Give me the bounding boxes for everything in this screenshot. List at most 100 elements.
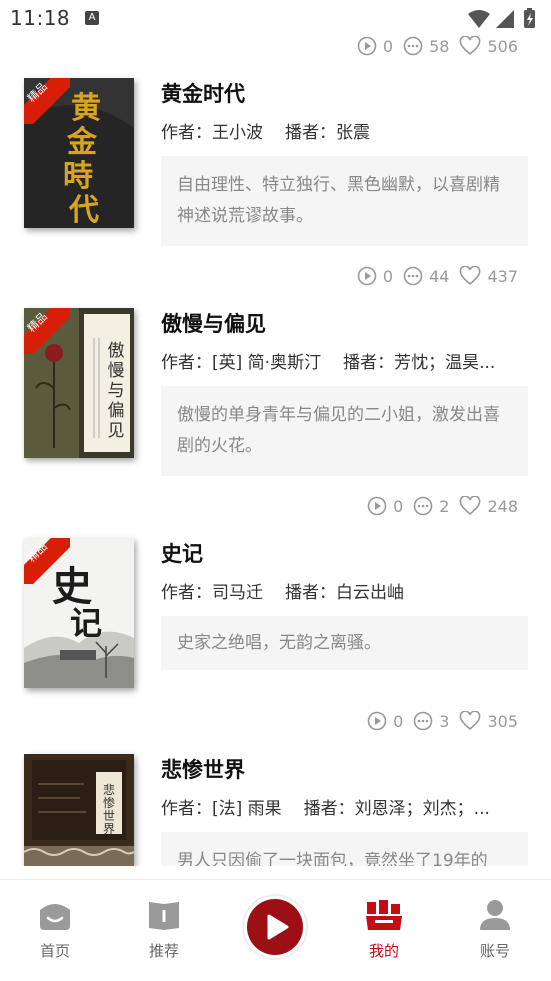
play-circle-icon (357, 36, 377, 56)
book-item[interactable]: 傲 慢 与 偏 见 精品 傲慢与偏见 作者：[英] 简·奥斯汀 播者：芳忱；温昊.… (0, 308, 551, 508)
heart-icon (460, 36, 481, 56)
svg-text:慢: 慢 (108, 360, 125, 381)
book-item[interactable]: 黄 金 時 代 精品 黄金时代 作者：王小波 播者：张震 自由理性、特立独行、黑色… (0, 78, 551, 278)
heart-icon (460, 266, 481, 286)
book-description: 自由理性、特立独行、黑色幽默，以喜剧精神述说荒谬故事。 (161, 156, 528, 246)
book-cover[interactable]: 悲 惨 世 界 (24, 754, 134, 866)
author-label: 作者： (161, 799, 212, 819)
narrator-label: 播者： (285, 583, 336, 603)
svg-text:偏: 偏 (108, 401, 125, 421)
svg-text:见: 见 (108, 421, 125, 441)
heart-icon (460, 496, 481, 516)
book-title[interactable]: 黄金时代 (161, 78, 245, 108)
svg-text:世: 世 (103, 809, 115, 823)
book-meta: 作者：[英] 简·奥斯汀 播者：芳忱；温昊... (161, 348, 495, 373)
author-label: 作者： (161, 583, 212, 603)
narrator-name: 张震 (336, 123, 370, 143)
like-count[interactable]: 506 (459, 36, 518, 56)
notification-icon: A (85, 11, 99, 25)
book-cover[interactable]: 傲 慢 与 偏 见 精品 (24, 308, 134, 458)
book-meta: 作者：[法] 雨果 播者：刘恩泽；刘杰；... (161, 794, 490, 819)
play-count: 0 (367, 496, 403, 516)
user-icon (480, 900, 510, 930)
svg-text:代: 代 (68, 193, 99, 228)
tab-account[interactable]: 账号 (455, 898, 535, 961)
premium-badge: 精品 (24, 308, 70, 354)
bottom-tab-bar: 首页 推荐 我的 账号 (0, 879, 551, 981)
like-count[interactable]: 437 (459, 266, 518, 286)
status-time: 11:18 (10, 6, 71, 30)
comment-icon (403, 36, 423, 56)
tab-mine[interactable]: 我的 (344, 898, 424, 961)
narrator-label: 播者： (303, 799, 355, 819)
book-meta: 作者：王小波 播者：张震 (161, 118, 370, 143)
play-count: 0 (367, 711, 403, 731)
comment-icon (403, 266, 423, 286)
book-title[interactable]: 史记 (161, 538, 203, 568)
play-circle-icon (367, 496, 387, 516)
svg-text:金: 金 (66, 125, 98, 160)
book-title[interactable]: 傲慢与偏见 (161, 308, 266, 338)
book-title[interactable]: 悲惨世界 (161, 754, 245, 784)
book-icon (149, 902, 179, 930)
book-cover[interactable]: 黄 金 時 代 精品 (24, 78, 134, 228)
tab-account-label: 账号 (479, 942, 510, 960)
tab-home[interactable]: 首页 (15, 898, 95, 961)
svg-text:与: 与 (108, 381, 125, 401)
play-count: 0 (357, 36, 393, 56)
svg-text:悲: 悲 (103, 782, 115, 797)
narrator-label: 播者： (343, 353, 395, 373)
comment-count: 3 (413, 711, 449, 731)
tab-recommend-label: 推荐 (148, 942, 179, 960)
comment-count: 58 (403, 36, 449, 56)
narrator-name: 刘恩泽；刘杰；... (354, 799, 490, 819)
author-label: 作者： (161, 123, 212, 143)
play-button[interactable] (244, 896, 306, 958)
svg-text:惨: 惨 (103, 795, 115, 810)
narrator-name: 芳忱；温昊... (394, 353, 496, 373)
like-count[interactable]: 248 (459, 496, 518, 516)
author-name: [英] 简·奥斯汀 (212, 353, 322, 373)
tab-mine-label: 我的 (368, 942, 399, 960)
cover-art: 悲 惨 世 界 (24, 754, 134, 866)
book-cover[interactable]: 史 记 精品 (24, 538, 134, 688)
tab-home-label: 首页 (39, 942, 70, 960)
stats-row: 0 2 248 (357, 494, 518, 518)
book-description: 史家之绝唱，无韵之离骚。 (161, 616, 528, 670)
book-meta: 作者：司马迁 播者：白云出岫 (161, 578, 404, 603)
svg-text:记: 记 (70, 604, 102, 642)
tab-recommend[interactable]: 推荐 (124, 898, 204, 961)
author-name: 司马迁 (212, 583, 263, 603)
play-circle-icon (367, 711, 387, 731)
stats-row: 0 58 506 (347, 34, 518, 58)
library-icon (366, 900, 402, 930)
svg-text:時: 時 (63, 159, 93, 194)
comment-count: 2 (413, 496, 449, 516)
book-list[interactable]: 0 58 506 黄 金 時 代 精品 黄金时代 作者：王小波 播者：张震 自由… (0, 30, 551, 866)
heart-icon (460, 711, 481, 731)
stats-row: 0 3 305 (357, 709, 518, 733)
comment-count: 44 (403, 266, 449, 286)
author-name: 王小波 (212, 123, 263, 143)
premium-badge: 精品 (24, 78, 70, 124)
play-circle-icon (357, 266, 377, 286)
home-icon (40, 904, 70, 930)
svg-text:傲: 傲 (108, 341, 125, 361)
book-description: 男人只因偷了一块面包，竟然坐了19年的 (161, 832, 528, 866)
premium-badge: 精品 (24, 538, 70, 584)
svg-text:黄: 黄 (71, 91, 101, 126)
author-label: 作者： (161, 353, 212, 373)
book-description: 傲慢的单身青年与偏见的二小姐，激发出喜剧的火花。 (161, 386, 528, 476)
play-icon (267, 914, 289, 940)
author-name: [法] 雨果 (212, 799, 282, 819)
book-item[interactable]: 史 记 精品 史记 作者：司马迁 播者：白云出岫 史家之绝唱，无韵之离骚。 (0, 538, 551, 728)
svg-text:界: 界 (103, 822, 115, 836)
narrator-name: 白云出岫 (336, 583, 404, 603)
book-item[interactable]: 悲 惨 世 界 悲惨世界 作者：[法] 雨果 播者：刘恩泽；刘杰；... 男人只因… (0, 754, 551, 866)
comment-icon (413, 496, 433, 516)
like-count[interactable]: 305 (459, 711, 518, 731)
stats-row: 0 44 437 (347, 264, 518, 288)
play-count: 0 (357, 266, 393, 286)
comment-icon (413, 711, 433, 731)
narrator-label: 播者： (285, 123, 336, 143)
